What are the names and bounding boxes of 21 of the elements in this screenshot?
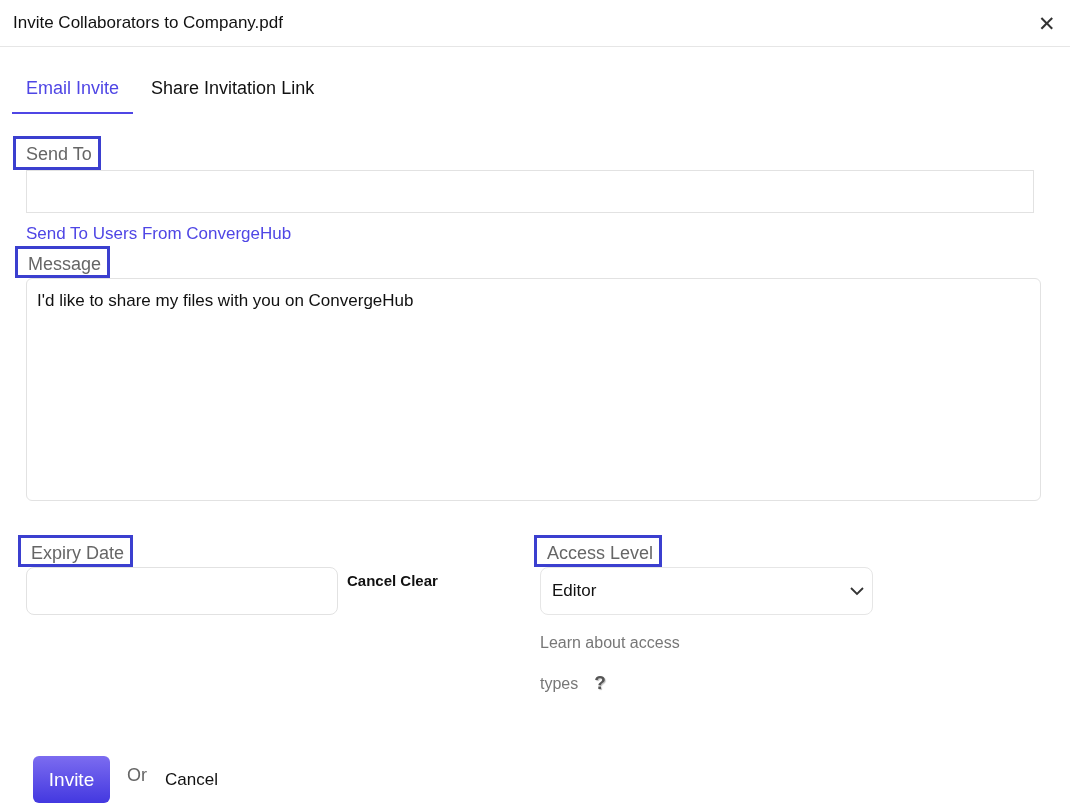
- field-label: Access Level: [534, 535, 663, 567]
- field-label: Send To: [13, 136, 101, 170]
- field-label: Expiry Date: [18, 535, 134, 567]
- help-text: types: [540, 675, 579, 692]
- send-to-field[interactable]: [26, 170, 1034, 213]
- help-icon[interactable]: ?: [594, 672, 606, 693]
- or-text: Or: [127, 765, 147, 786]
- send-to-users-link[interactable]: Send To Users From ConvergeHub: [26, 224, 292, 244]
- field-label: Message: [15, 246, 111, 278]
- cancel-clear-actions[interactable]: Cancel Clear: [347, 572, 438, 589]
- access-level-dropdown[interactable]: Editor: [540, 567, 873, 615]
- message-field[interactable]: I'd like to share my files with you on ConvergeHub: [26, 278, 1041, 501]
- expiry-date-field[interactable]: [26, 567, 338, 615]
- tab[interactable]: Email Invite: [12, 74, 134, 114]
- invite-button[interactable]: Invite: [33, 756, 110, 803]
- chevron-down-icon: [850, 586, 864, 596]
- close-button[interactable]: ✕: [1038, 12, 1056, 34]
- help-text: Learn about access: [540, 634, 680, 651]
- dialog-title: Invite Collaborators to Company.pdf: [13, 13, 283, 33]
- cancel-link[interactable]: Cancel: [165, 769, 218, 790]
- tab[interactable]: Share Invitation Link: [137, 74, 329, 114]
